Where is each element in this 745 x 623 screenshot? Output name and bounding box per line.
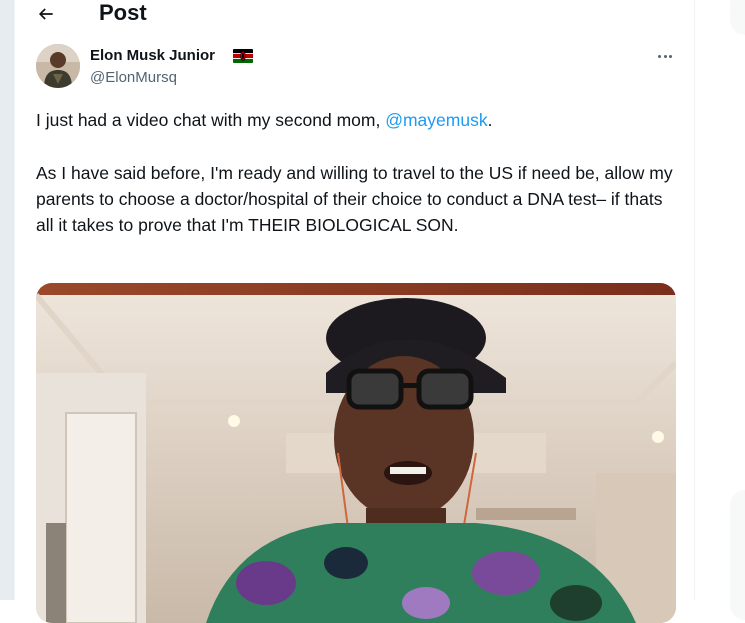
page-title: Post	[99, 0, 147, 25]
tweet-text-paragraph: As I have said before, I'm ready and wil…	[36, 163, 673, 235]
tweet-video-media[interactable]	[36, 283, 676, 623]
more-options-button[interactable]	[652, 44, 678, 68]
back-button[interactable]	[30, 0, 62, 28]
more-dot	[663, 54, 667, 58]
tweet-text-period: .	[487, 110, 493, 130]
tweet-text-part: I just had a video chat with my second m…	[36, 110, 386, 130]
more-dot	[669, 54, 673, 58]
avatar[interactable]	[36, 44, 80, 88]
author-display-name[interactable]: Elon Musk Junior	[90, 46, 215, 66]
kenya-flag-icon	[233, 49, 253, 63]
arrow-left-icon	[38, 8, 53, 20]
avatar-image	[36, 44, 80, 88]
mention-link[interactable]: @mayemusk	[385, 110, 487, 130]
left-sidebar-strip	[0, 0, 14, 600]
right-sidebar-card	[730, 490, 745, 620]
timeline-left-border	[14, 0, 15, 600]
author-handle[interactable]: @ElonMursq	[90, 68, 177, 88]
more-horizontal-icon	[657, 54, 661, 58]
video-still-image	[36, 283, 676, 623]
tweet-text-line1: I just had a video chat with my second m…	[36, 107, 676, 133]
